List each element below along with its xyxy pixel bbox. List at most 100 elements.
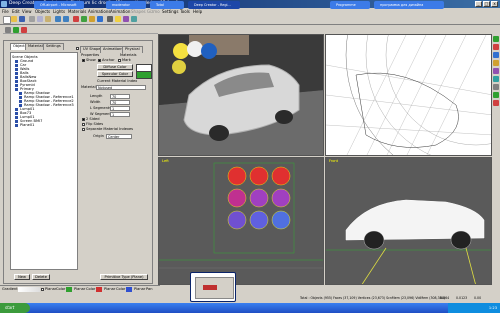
preview-content xyxy=(203,285,217,290)
flip-sides-checkbox[interactable] xyxy=(82,123,85,126)
diffuse-color-button[interactable]: Diffuse Color xyxy=(97,64,133,70)
tool-icon[interactable] xyxy=(493,100,499,106)
rotate-icon[interactable] xyxy=(89,16,95,22)
taskbar-item-active[interactable]: Deep Creator - Regi... xyxy=(188,1,240,9)
menu-tools[interactable]: Tools xyxy=(180,9,190,14)
object-icon xyxy=(15,87,18,91)
separate-indexes-checkbox[interactable] xyxy=(82,128,85,131)
coord-readout: 0.0123 xyxy=(456,296,468,300)
color-swatch[interactable] xyxy=(96,287,102,292)
l-segments-field[interactable]: 1 xyxy=(110,106,130,111)
save-icon[interactable] xyxy=(19,16,25,22)
tool-icon[interactable] xyxy=(493,84,499,90)
menu-shapes[interactable]: Shapes xyxy=(131,9,146,14)
scale-icon[interactable] xyxy=(97,16,103,22)
front-view-scene xyxy=(326,199,491,284)
cut-icon[interactable] xyxy=(29,16,35,22)
close-button[interactable]: x xyxy=(491,1,498,7)
planar-checkbox[interactable] xyxy=(41,288,44,291)
open-icon[interactable] xyxy=(11,16,17,22)
status-text: Total : Objects (955) Faces (37,109) Ver… xyxy=(300,296,445,300)
tool-icon[interactable] xyxy=(493,60,499,66)
specular-color-button[interactable]: Specular Color xyxy=(97,71,133,77)
two-sided-checkbox[interactable] xyxy=(82,118,85,121)
material-select[interactable]: Notused xyxy=(96,85,146,90)
tool-icon[interactable] xyxy=(493,52,499,58)
wireframe-sphere xyxy=(326,35,491,155)
paste-icon[interactable] xyxy=(45,16,51,22)
redo-icon[interactable] xyxy=(63,16,69,22)
menu-help[interactable]: Help xyxy=(193,9,202,14)
length-field[interactable]: 70 xyxy=(110,94,130,99)
select-icon[interactable] xyxy=(73,16,79,22)
copy-icon[interactable] xyxy=(37,16,43,22)
planar-label-4: Planar xyxy=(134,287,146,291)
l-segments-label: L Segments xyxy=(90,106,112,110)
grid-checkbox[interactable] xyxy=(76,47,79,50)
tool-icon[interactable] xyxy=(493,44,499,50)
coord-readout-2: 0.00 xyxy=(474,296,482,300)
divider xyxy=(0,285,160,286)
taskbar-item[interactable]: moderator xyxy=(106,1,146,9)
specular-swatch[interactable] xyxy=(136,71,152,79)
anchor-checkbox[interactable] xyxy=(98,59,101,62)
minimize-button[interactable]: _ xyxy=(475,1,482,7)
flip-sides-label: Flip Sides xyxy=(86,122,104,126)
taskbar-item[interactable]: программа для дизайна xyxy=(374,1,444,9)
top-viewport[interactable] xyxy=(325,34,492,156)
move-icon[interactable] xyxy=(81,16,87,22)
menu-objects[interactable]: Objects xyxy=(35,9,50,14)
menu-animation[interactable]: Animation xyxy=(110,9,130,14)
menu-gizmo[interactable]: Gizmo xyxy=(147,9,160,14)
width-field[interactable]: 70 xyxy=(110,100,130,105)
menu-view[interactable]: View xyxy=(22,9,32,14)
render-icon[interactable] xyxy=(131,16,137,22)
w-segments-field[interactable]: 1 xyxy=(110,112,130,117)
menu-lights[interactable]: Lights xyxy=(53,9,65,14)
tab-settings[interactable]: Settings xyxy=(43,43,64,50)
front-viewport[interactable]: Front xyxy=(325,157,492,285)
new-icon[interactable] xyxy=(3,16,11,24)
gradient-swatch[interactable] xyxy=(18,287,40,292)
new-button[interactable]: New xyxy=(14,274,30,280)
object-mode-icon[interactable] xyxy=(5,27,11,33)
zoom-readout: 0.864 xyxy=(440,296,450,300)
perspective-viewport[interactable] xyxy=(158,34,324,156)
tool-icon[interactable] xyxy=(493,68,499,74)
undo-icon[interactable] xyxy=(55,16,61,22)
taskbar-item[interactable]: Off-airport - Microsoft xyxy=(34,1,84,9)
maximize-button[interactable]: □ xyxy=(483,1,490,7)
material-icon[interactable] xyxy=(123,16,129,22)
menu-settings[interactable]: Settings xyxy=(162,9,178,14)
vertex-mode-icon[interactable] xyxy=(13,27,19,33)
tree-item[interactable]: Plane01 xyxy=(15,123,34,127)
planar-label: Planar xyxy=(45,287,57,291)
delete-button[interactable]: Delete xyxy=(32,274,50,280)
length-label: Length xyxy=(90,94,103,98)
show-checkbox[interactable] xyxy=(82,59,85,62)
mark-checkbox[interactable] xyxy=(118,59,121,62)
primitive-type-button[interactable]: Primitive Type (Plane) xyxy=(100,274,148,280)
menu-materials[interactable]: Materials xyxy=(68,9,86,14)
tool-icon[interactable] xyxy=(493,36,499,42)
taskbar-item[interactable]: Total xyxy=(150,1,184,9)
properties-heading: Properties xyxy=(81,53,100,57)
origin-select[interactable]: Center xyxy=(106,134,132,139)
menu-animations[interactable]: Animations xyxy=(88,9,110,14)
taskbar-item[interactable]: Programme xyxy=(330,1,370,9)
color-swatch[interactable] xyxy=(126,287,132,292)
camera-icon[interactable] xyxy=(107,16,113,22)
tool-icon[interactable] xyxy=(493,76,499,82)
tool-icon[interactable] xyxy=(493,92,499,98)
start-button[interactable]: start xyxy=(0,303,30,313)
menu-edit[interactable]: Edit xyxy=(12,9,20,14)
taskbar-preview[interactable] xyxy=(190,272,236,302)
light-icon[interactable] xyxy=(115,16,121,22)
tab-physical[interactable]: Physical xyxy=(122,46,143,53)
app-icon xyxy=(1,1,7,7)
left-viewport[interactable]: Left xyxy=(158,157,324,285)
scene-tree[interactable]: Scene Objects Ground Car Walls Balls Bal… xyxy=(10,52,78,270)
color-swatch[interactable] xyxy=(66,287,72,292)
menu-file[interactable]: File xyxy=(2,9,9,14)
face-mode-icon[interactable] xyxy=(21,27,27,33)
